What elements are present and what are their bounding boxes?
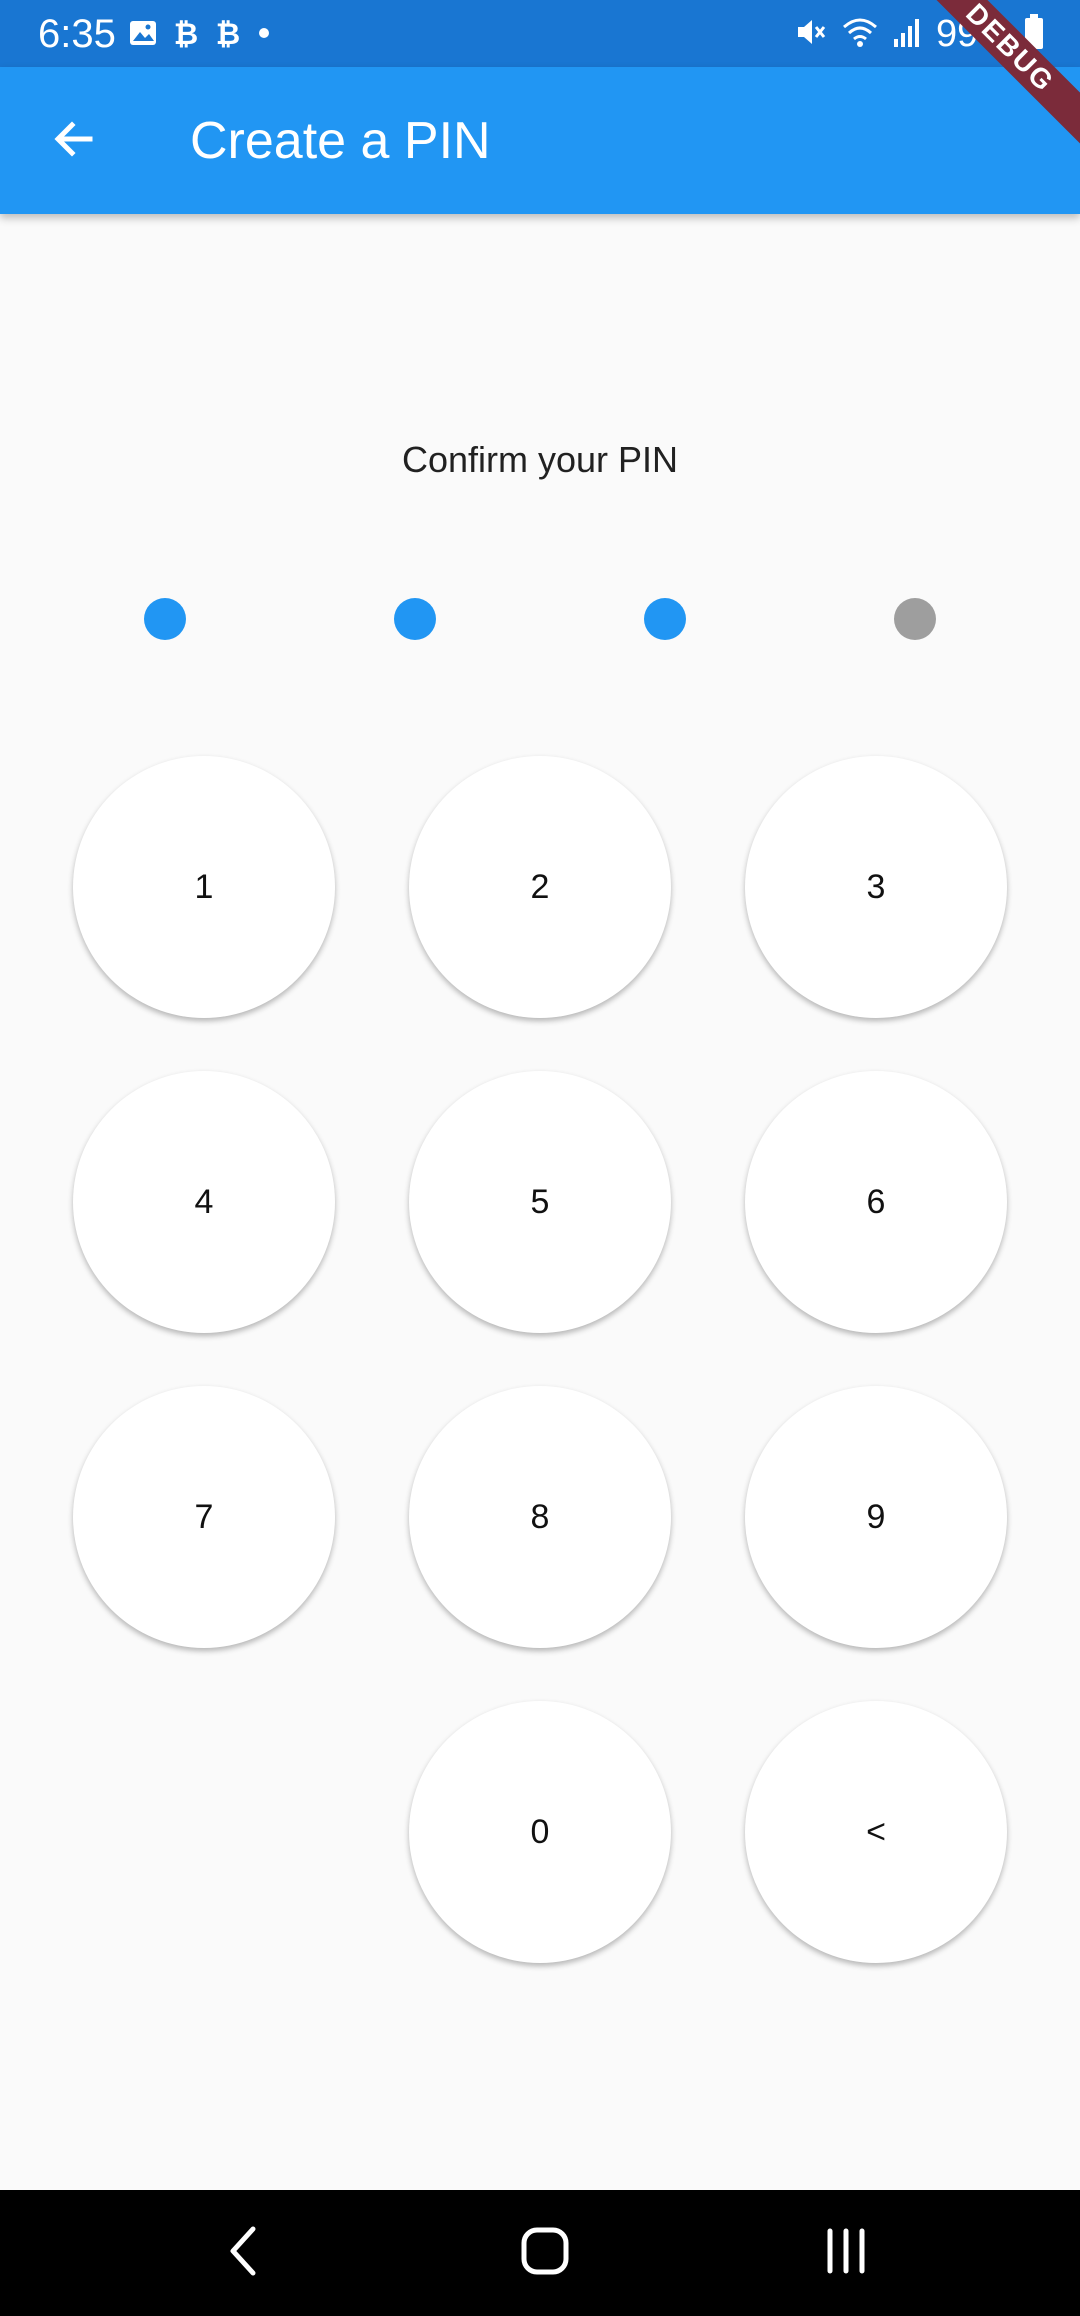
nav-recents-button[interactable] [806,2218,886,2288]
key-1[interactable]: 1 [73,756,335,1018]
bitcoin-icon: ₿ [172,16,200,55]
wifi-icon [840,15,880,54]
key-3[interactable]: 3 [745,756,1007,1018]
key-0[interactable]: 0 [409,1701,671,1963]
pin-dot [144,598,186,640]
pin-dot [644,598,686,640]
key-9[interactable]: 9 [745,1386,1007,1648]
arrow-back-icon [50,115,98,168]
key-label: 8 [530,1497,550,1536]
pin-dot [394,598,436,640]
svg-text:₿: ₿ [174,17,198,50]
key-8[interactable]: 8 [409,1386,671,1648]
key-label: 9 [866,1497,886,1536]
pin-dot [894,598,936,640]
key-label: 0 [530,1812,550,1851]
key-2[interactable]: 2 [409,756,671,1018]
app-bar: Create a PIN [0,67,1080,214]
key-label: 2 [530,867,550,906]
signal-icon [892,15,924,54]
key-label: 5 [530,1182,550,1221]
nav-recents-icon [822,2227,870,2280]
pin-prompt: Confirm your PIN [401,439,679,480]
svg-text:₿: ₿ [216,17,240,50]
back-button[interactable] [36,103,112,179]
system-nav-bar [0,2190,1080,2316]
status-bar: 6:35 ₿ ₿ [0,0,1080,67]
dot-icon [256,25,272,46]
key-label: 1 [194,867,214,906]
nav-back-icon [223,2223,263,2284]
mute-icon [794,15,828,54]
status-notification-icons: ₿ ₿ [128,16,272,55]
backspace-key[interactable]: < [745,1701,1007,1963]
status-time: 6:35 [38,12,116,56]
image-icon [128,18,158,53]
key-label: < [866,1812,886,1851]
key-7[interactable]: 7 [73,1386,335,1648]
nav-home-icon [519,2225,571,2282]
nav-back-button[interactable] [203,2218,283,2288]
key-5[interactable]: 5 [409,1071,671,1333]
key-label: 7 [194,1497,214,1536]
key-label: 3 [866,867,886,906]
bitcoin-icon: ₿ [214,16,242,55]
key-6[interactable]: 6 [745,1071,1007,1333]
key-4[interactable]: 4 [73,1071,335,1333]
key-label: 6 [866,1182,886,1221]
nav-home-button[interactable] [505,2218,585,2288]
page-title: Create a PIN [190,112,491,170]
key-label: 4 [194,1182,214,1221]
